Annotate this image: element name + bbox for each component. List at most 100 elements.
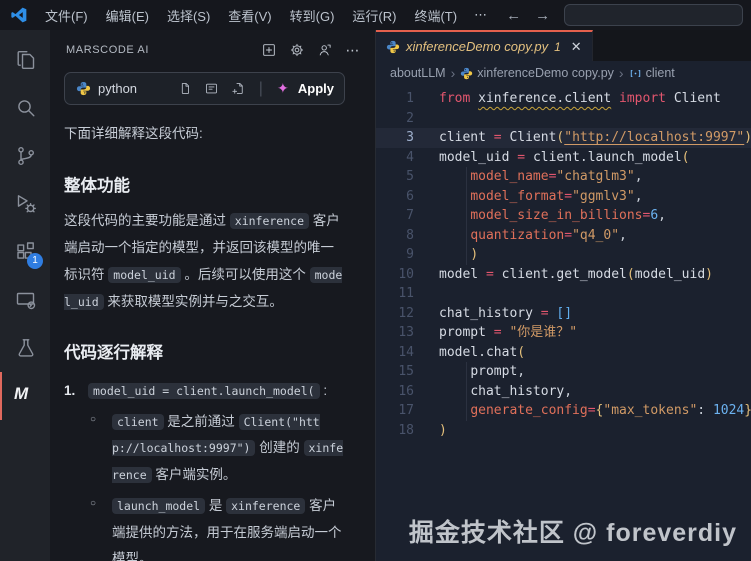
sparkle-icon: ✦ bbox=[277, 80, 289, 96]
code-line[interactable]: 6 model_format="ggmlv3", bbox=[376, 186, 751, 206]
code-line[interactable]: 15 prompt, bbox=[376, 362, 751, 382]
remote-icon bbox=[14, 288, 38, 312]
menu-item[interactable]: 文件(F) bbox=[36, 3, 97, 28]
code-line[interactable]: 16 chat_history, bbox=[376, 381, 751, 401]
inline-code: model_uid = client.launch_model( bbox=[88, 382, 320, 399]
account-icon[interactable] bbox=[317, 42, 333, 58]
new-file-icon[interactable] bbox=[231, 81, 247, 97]
line-number: 5 bbox=[406, 169, 414, 184]
line-number: 6 bbox=[406, 188, 414, 204]
menu-item[interactable]: 运行(R) bbox=[343, 3, 405, 28]
breadcrumb-item[interactable]: aboutLLM bbox=[390, 66, 446, 80]
indent-guide bbox=[466, 362, 467, 382]
activity-item-extensions[interactable]: 1 bbox=[0, 228, 50, 276]
sub-list-item: ○ client 是之前通过 Client("http://localhost:9… bbox=[90, 409, 345, 489]
activity-item-testing[interactable] bbox=[0, 324, 50, 372]
line-text: model_format="ggmlv3", bbox=[414, 186, 643, 206]
list-item: 1. model_uid = client.launch_model( : ○ cli… bbox=[64, 378, 345, 561]
sub-list-body: launch_model 是 xinference 客户端提供的方法，用于在服务… bbox=[112, 497, 342, 561]
menu-item[interactable]: 编辑(E) bbox=[97, 3, 158, 28]
code-line[interactable]: 14 model.chat( bbox=[376, 343, 751, 363]
breadcrumb-label: client bbox=[645, 66, 675, 80]
intro-text: 下面详细解释这段代码: bbox=[64, 126, 203, 141]
sub-list-marker: ○ bbox=[90, 497, 97, 509]
code-lines: 1 from xinference.client import Client 2 3 c… bbox=[376, 89, 751, 440]
activity-item-explorer[interactable] bbox=[0, 36, 50, 84]
breadcrumb-item[interactable]: xinferenceDemo copy.py bbox=[460, 66, 614, 80]
menu-item[interactable]: 查看(V) bbox=[219, 3, 280, 28]
code-line[interactable]: 17 generate_config={"max_tokens": 1024} bbox=[376, 401, 751, 421]
indent-guide bbox=[466, 186, 467, 206]
inline-code: model_uid bbox=[64, 266, 343, 310]
menu-item[interactable]: 终端(T) bbox=[405, 3, 466, 28]
code-line[interactable]: 7 model_size_in_billions=6, bbox=[376, 206, 751, 226]
nav-forward-icon[interactable]: → bbox=[535, 7, 550, 24]
inline-code: xinference bbox=[226, 497, 306, 514]
new-chat-icon[interactable] bbox=[261, 42, 277, 58]
indent-guide bbox=[466, 225, 467, 245]
list-marker: 1. bbox=[64, 382, 76, 398]
menu-item[interactable]: 选择(S) bbox=[158, 3, 219, 28]
insert-at-cursor-icon[interactable] bbox=[204, 81, 220, 97]
tab-xinferencedemo-copy[interactable]: xinferenceDemo copy.py 1 ✕ bbox=[376, 30, 593, 61]
activity-item-remote-explorer[interactable] bbox=[0, 276, 50, 324]
line-number: 8 bbox=[406, 227, 414, 243]
line-text: ) bbox=[439, 422, 447, 438]
activity-item-search[interactable] bbox=[0, 84, 50, 132]
code-line[interactable]: 18) bbox=[376, 421, 751, 441]
more-icon[interactable]: ⋯ bbox=[345, 42, 361, 58]
nav-back-icon[interactable]: ← bbox=[506, 7, 521, 24]
extensions-badge: 1 bbox=[27, 253, 43, 269]
code-editor[interactable]: 1 from xinference.client import Client 2 3 c… bbox=[376, 85, 751, 561]
chevron-right-icon: › bbox=[618, 65, 624, 81]
indent-guide bbox=[466, 401, 467, 421]
code-line[interactable]: 11 bbox=[376, 284, 751, 304]
activity-item-marscode[interactable]: M bbox=[0, 372, 50, 420]
line-text: model_size_in_billions=6, bbox=[414, 206, 666, 226]
divider: | bbox=[258, 79, 263, 97]
line-text: ) bbox=[414, 245, 478, 265]
chevron-right-icon: › bbox=[450, 65, 456, 81]
line-number: 4 bbox=[406, 149, 414, 165]
line-number: 11 bbox=[398, 286, 414, 301]
command-center-search-input[interactable] bbox=[564, 4, 743, 26]
code-line[interactable]: 10 model = client.get_model(model_uid) bbox=[376, 265, 751, 285]
line-number: 14 bbox=[398, 344, 414, 360]
copy-icon[interactable] bbox=[177, 81, 193, 97]
menu-item[interactable]: 转到(G) bbox=[281, 3, 344, 28]
breadcrumb-item[interactable]: client bbox=[629, 66, 675, 80]
breadcrumb-label: xinferenceDemo copy.py bbox=[477, 66, 614, 80]
section-heading: 整体功能 bbox=[64, 176, 130, 195]
code-line[interactable]: 4 model_uid = client.launch_model( bbox=[376, 148, 751, 168]
section-heading: 代码逐行解释 bbox=[64, 344, 163, 363]
apply-button[interactable]: ✦ Apply bbox=[275, 80, 334, 97]
code-line[interactable]: 12 chat_history = [] bbox=[376, 304, 751, 324]
settings-gear-icon[interactable] bbox=[289, 42, 305, 58]
editor-group: xinferenceDemo copy.py 1 ✕ aboutLLM › xinf… bbox=[376, 30, 751, 561]
activity-item-run-debug[interactable] bbox=[0, 180, 50, 228]
code-line[interactable]: 9 ) bbox=[376, 245, 751, 265]
activity-item-source-control[interactable] bbox=[0, 132, 50, 180]
line-number: 10 bbox=[398, 266, 414, 282]
line-text: model = client.get_model(model_uid) bbox=[439, 266, 713, 282]
panel-header: MARSCODE AI ⋯ bbox=[50, 30, 375, 66]
close-icon[interactable]: ✕ bbox=[571, 39, 582, 55]
sub-list-marker: ○ bbox=[90, 413, 97, 425]
code-line[interactable]: 2 bbox=[376, 109, 751, 129]
indent-guide bbox=[466, 245, 467, 265]
watermark-text: 掘金技术社区 @ foreverdiy bbox=[408, 519, 737, 547]
code-line[interactable]: 5 model_name="chatglm3", bbox=[376, 167, 751, 187]
line-number: 1 bbox=[406, 91, 414, 106]
marscode-panel: MARSCODE AI ⋯ python | ✦ Apply 下面详细解释这段代码:… bbox=[50, 30, 376, 561]
code-line[interactable]: 1 from xinference.client import Client bbox=[376, 89, 751, 109]
line-text: quantization="q4_0", bbox=[414, 225, 627, 245]
line-text: prompt = "你是谁？" bbox=[439, 325, 578, 340]
code-line[interactable]: 8 quantization="q4_0", bbox=[376, 225, 751, 245]
breadcrumb-label: aboutLLM bbox=[390, 66, 446, 80]
breadcrumb: aboutLLM › xinferenceDemo copy.py › client bbox=[376, 61, 751, 85]
menu-overflow-icon[interactable]: ⋯ bbox=[466, 4, 496, 26]
code-line[interactable]: 3 client = Client("http://localhost:9997"… bbox=[376, 128, 751, 148]
code-line[interactable]: 13 prompt = "你是谁？" bbox=[376, 323, 751, 343]
indent-guide bbox=[466, 381, 467, 401]
marscode-icon: M bbox=[14, 384, 28, 403]
